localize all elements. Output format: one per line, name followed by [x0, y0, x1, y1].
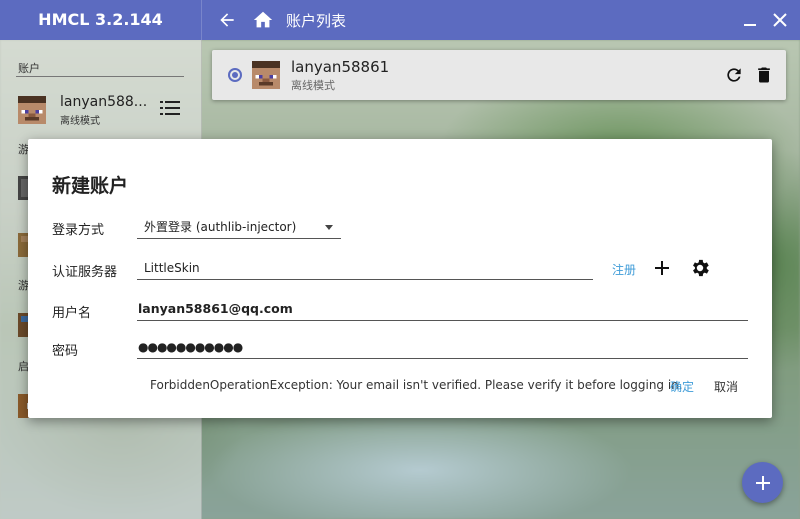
auth-server-label: 认证服务器 — [52, 265, 118, 280]
add-account-button[interactable] — [742, 462, 783, 503]
password-label: 密码 — [52, 344, 79, 359]
new-account-dialog: 新建账户 登录方式 外置登录 (authlib-injector) 认证服务器 … — [28, 139, 772, 418]
username-field[interactable]: lanyan58861@qq.com — [137, 297, 748, 321]
nav-bar: 账户列表 — [202, 0, 346, 40]
account-select-radio[interactable] — [228, 68, 242, 82]
chevron-down-icon — [325, 225, 333, 230]
window-controls — [742, 0, 788, 40]
sidebar-account-type: 离线模式 — [60, 115, 100, 127]
refresh-icon[interactable] — [724, 65, 744, 85]
account-type: 离线模式 — [291, 78, 335, 92]
page-title: 账户列表 — [286, 11, 347, 30]
settings-icon[interactable] — [689, 257, 711, 279]
sidebar-divider — [16, 76, 184, 77]
login-method-select[interactable]: 外置登录 (authlib-injector) — [137, 215, 341, 239]
cancel-button[interactable]: 取消 — [714, 378, 738, 395]
username-label: 用户名 — [52, 306, 92, 321]
auth-server-value: LittleSkin — [144, 261, 200, 275]
delete-icon[interactable] — [754, 65, 774, 85]
title-bar: HMCL 3.2.144 账户列表 — [0, 0, 800, 40]
auth-server-select[interactable]: LittleSkin — [137, 256, 593, 280]
password-field[interactable]: ●●●●●●●●●●● — [137, 335, 748, 359]
home-icon[interactable] — [250, 7, 276, 33]
register-link[interactable]: 注册 — [612, 261, 636, 278]
username-value: lanyan58861@qq.com — [138, 301, 293, 316]
confirm-button[interactable]: 确定 — [670, 378, 694, 395]
login-method-value: 外置登录 (authlib-injector) — [144, 220, 297, 234]
minimize-icon[interactable] — [742, 12, 758, 28]
account-name: lanyan58861 — [291, 57, 390, 76]
password-value: ●●●●●●●●●●● — [138, 340, 243, 354]
app-title: HMCL 3.2.144 — [0, 0, 202, 40]
sidebar-section-accounts: 账户 — [18, 62, 40, 75]
error-message: ForbiddenOperationException: Your email … — [150, 378, 683, 392]
back-arrow-icon[interactable] — [214, 7, 240, 33]
avatar — [252, 61, 280, 89]
menu-icon[interactable] — [160, 98, 182, 118]
avatar — [18, 96, 46, 124]
add-icon — [755, 475, 770, 490]
account-actions — [724, 65, 774, 85]
account-list-item[interactable]: lanyan58861 离线模式 — [212, 50, 786, 100]
dialog-title: 新建账户 — [52, 175, 129, 197]
close-icon[interactable] — [772, 12, 788, 28]
add-icon[interactable] — [652, 258, 672, 278]
login-method-label: 登录方式 — [52, 223, 105, 238]
sidebar-account-name: lanyan588... — [60, 93, 148, 110]
